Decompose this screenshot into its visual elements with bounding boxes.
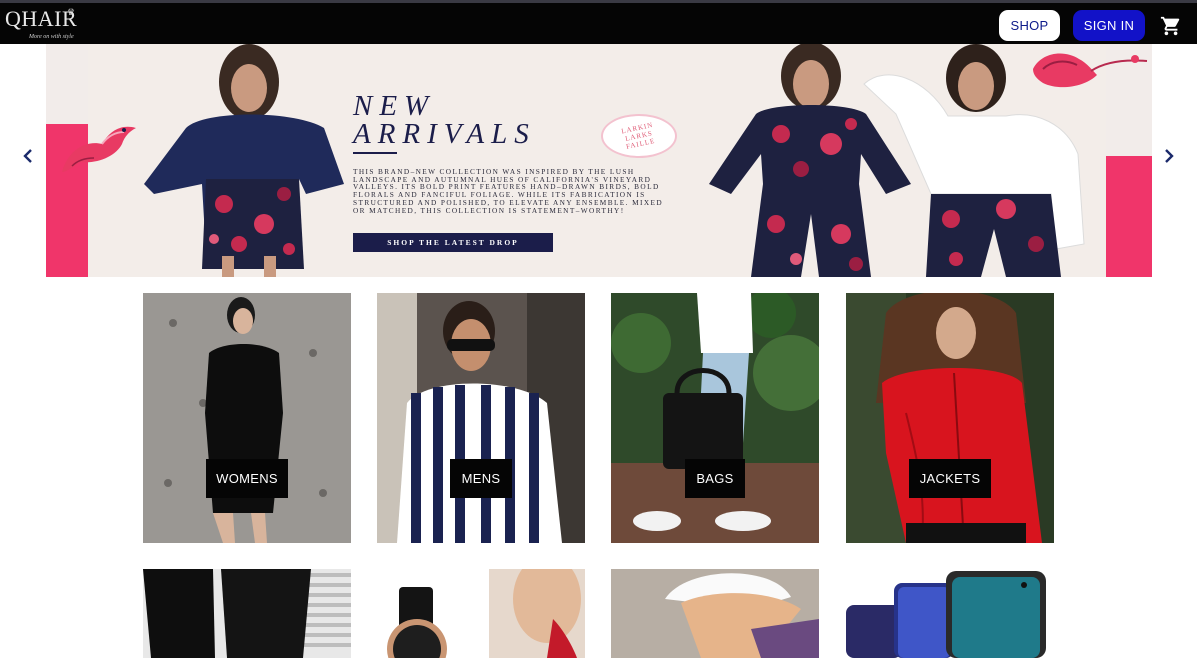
- title-underline: [353, 152, 397, 154]
- category-tile-pants[interactable]: [143, 569, 351, 658]
- category-tile-accessories[interactable]: [377, 569, 585, 658]
- accessories-category-image: [377, 569, 585, 658]
- shopping-cart-icon[interactable]: [1160, 15, 1182, 37]
- category-label[interactable]: MENS: [450, 459, 512, 498]
- category-label[interactable]: WOMENS: [206, 459, 288, 498]
- chevron-right-icon[interactable]: [1160, 144, 1178, 168]
- bags-category-image: [611, 293, 819, 543]
- model-image-left: [144, 44, 344, 277]
- womens-category-image: [143, 293, 351, 543]
- brand-logo[interactable]: QHAIR ♛ More on with style: [5, 7, 81, 43]
- chevron-left-icon[interactable]: [20, 144, 38, 168]
- collection-seal: LARKIN LARKS FAILLE: [601, 114, 677, 158]
- category-tile-electronics[interactable]: [846, 569, 1054, 658]
- category-tile-mens[interactable]: MENS: [377, 293, 585, 543]
- category-tile-bags[interactable]: BAGS: [611, 293, 819, 543]
- pants-category-image: [143, 569, 351, 658]
- top-navbar: QHAIR ♛ More on with style SHOP SIGN IN: [0, 0, 1197, 44]
- hats-category-image: [611, 569, 819, 658]
- jackets-category-image: [846, 293, 1054, 543]
- category-label[interactable]: JACKETS: [909, 459, 991, 498]
- model-image-right: [863, 44, 1085, 277]
- shop-latest-drop-button[interactable]: SHOP THE LATEST DROP: [353, 233, 553, 252]
- electronics-category-image: [846, 569, 1054, 658]
- mens-category-image: [377, 293, 585, 543]
- hero-carousel: NEW ARRIVALS This brand–new collection w…: [0, 44, 1197, 278]
- hero-description: This brand–new collection was inspired b…: [353, 167, 664, 215]
- sign-in-button[interactable]: SIGN IN: [1073, 10, 1145, 41]
- shop-button[interactable]: SHOP: [999, 10, 1060, 41]
- category-tile-hats[interactable]: [611, 569, 819, 658]
- hero-banner[interactable]: NEW ARRIVALS This brand–new collection w…: [46, 44, 1152, 277]
- crown-icon: ♛: [67, 7, 76, 17]
- logo-tagline: More on with style: [29, 34, 74, 40]
- category-tile-jackets[interactable]: JACKETS: [846, 293, 1054, 543]
- pink-accent-right: [1106, 156, 1152, 277]
- category-tile-womens[interactable]: WOMENS: [143, 293, 351, 543]
- category-label[interactable]: BAGS: [685, 459, 745, 498]
- seal-text: LARKIN LARKS FAILLE: [620, 120, 656, 151]
